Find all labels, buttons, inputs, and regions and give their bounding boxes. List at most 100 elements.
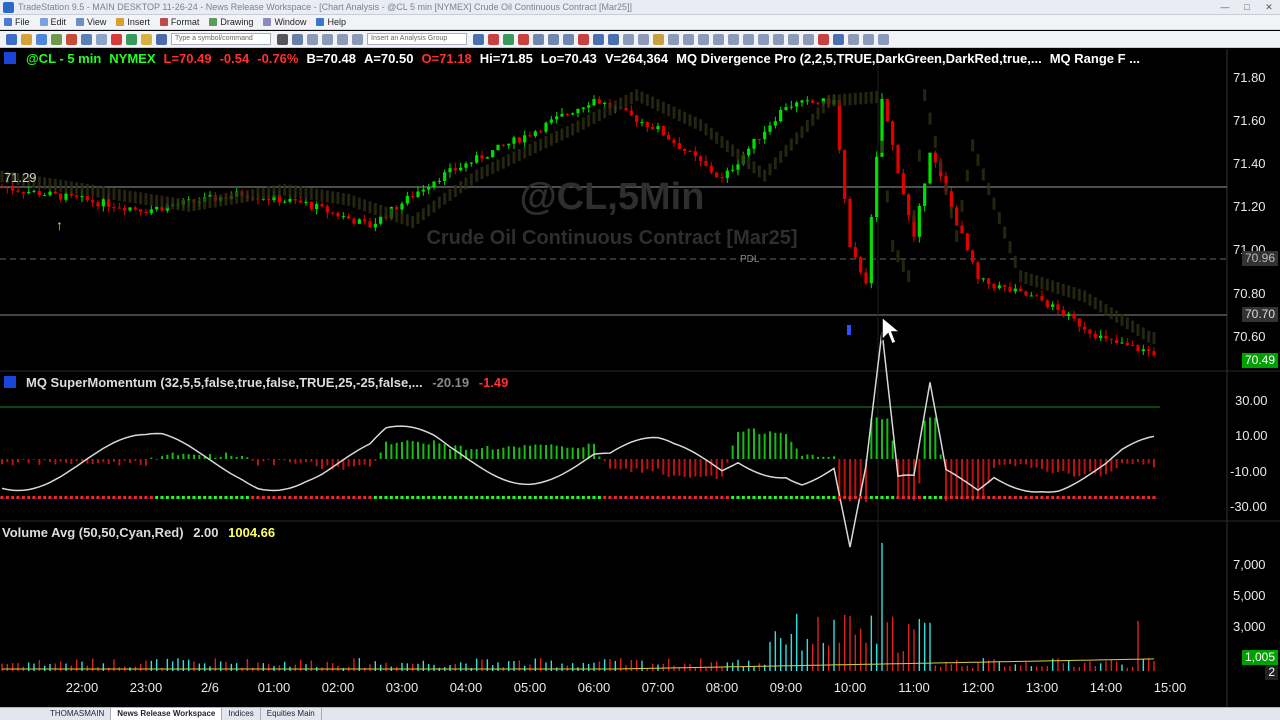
candle-body bbox=[901, 173, 905, 195]
candle-body bbox=[1051, 304, 1055, 307]
text-icon[interactable] bbox=[668, 33, 679, 45]
momentum-bar bbox=[411, 441, 414, 459]
chart-icon[interactable] bbox=[66, 33, 77, 45]
window-layout-icon[interactable] bbox=[863, 33, 874, 45]
volume-status-line[interactable]: Volume Avg (50,50,Cyan,Red) 2.00 1004.66 bbox=[2, 525, 275, 540]
fibonacci-icon[interactable] bbox=[728, 33, 739, 45]
trend-dot bbox=[283, 496, 287, 499]
probability-icon[interactable] bbox=[533, 33, 544, 45]
trend-dot bbox=[997, 496, 1001, 499]
arrow-icon[interactable] bbox=[833, 33, 844, 45]
showme-icon[interactable] bbox=[518, 33, 529, 45]
arrow-down-icon[interactable] bbox=[818, 33, 829, 45]
pointer-icon[interactable] bbox=[638, 33, 649, 45]
study-divergence-label[interactable]: MQ Divergence Pro (2,2,5,TRUE,DarkGreen,… bbox=[676, 51, 1042, 66]
bar-type-icon[interactable] bbox=[322, 33, 333, 45]
momentum-bar bbox=[369, 459, 371, 467]
new-icon[interactable] bbox=[6, 33, 17, 45]
momentum-tick: 10.00 bbox=[1235, 428, 1268, 443]
crosshair-icon[interactable] bbox=[623, 33, 634, 45]
layout-icon[interactable] bbox=[337, 33, 348, 45]
save-icon[interactable] bbox=[36, 33, 47, 45]
rectangle-icon[interactable] bbox=[773, 33, 784, 45]
trend-dot bbox=[528, 496, 532, 499]
momentum-tick: 30.00 bbox=[1235, 393, 1268, 408]
study-range-label[interactable]: MQ Range F ... bbox=[1050, 51, 1140, 66]
grid-layout-icon[interactable] bbox=[878, 33, 889, 45]
trend-dot bbox=[251, 496, 255, 499]
candle-body bbox=[795, 102, 799, 107]
trend-dot bbox=[187, 496, 191, 499]
link-icon[interactable] bbox=[292, 33, 303, 45]
cloud-segment bbox=[784, 144, 788, 157]
cloud-segment bbox=[320, 189, 324, 202]
momentum-bar bbox=[134, 459, 137, 462]
timeframe-icon[interactable] bbox=[563, 33, 574, 45]
symbol-command-input[interactable]: Type a symbol/command bbox=[171, 33, 271, 45]
menu-edit[interactable]: Edit bbox=[39, 17, 66, 27]
cloud-segment bbox=[432, 200, 436, 213]
tab-indices[interactable]: Indices bbox=[222, 708, 261, 720]
momentum-status-line[interactable]: MQ SuperMomentum (32,5,5,false,true,fals… bbox=[4, 375, 508, 390]
options-icon[interactable] bbox=[156, 33, 167, 45]
zoom-icon[interactable] bbox=[352, 33, 363, 45]
price-candles bbox=[0, 93, 1156, 357]
menu-view[interactable]: View bbox=[76, 17, 106, 27]
print-icon[interactable] bbox=[81, 33, 92, 45]
vertical-line-icon[interactable] bbox=[713, 33, 724, 45]
momentum-bar bbox=[33, 459, 35, 460]
workspace-icon[interactable] bbox=[51, 33, 62, 45]
maximize-icon[interactable]: □ bbox=[1236, 0, 1258, 14]
ellipse-icon[interactable] bbox=[788, 33, 799, 45]
trend-dot bbox=[848, 496, 852, 499]
volume-tick: 7,000 bbox=[1233, 557, 1266, 572]
magnify-icon[interactable] bbox=[608, 33, 619, 45]
activity-bar-icon[interactable] bbox=[548, 33, 559, 45]
tab-equities-main[interactable]: Equities Main bbox=[261, 708, 322, 720]
minimize-icon[interactable]: — bbox=[1214, 0, 1236, 14]
chart-analysis-window[interactable]: @CL,5Min Crude Oil Continuous Contract [… bbox=[0, 49, 1280, 707]
indicator-icon[interactable] bbox=[473, 33, 484, 45]
trend-dot bbox=[651, 496, 655, 499]
tab-thomasmain[interactable]: THOMASMAIN bbox=[44, 708, 112, 720]
analysis-group-input[interactable]: Insert an Analysis Group bbox=[367, 33, 467, 45]
trade-bar-icon[interactable] bbox=[578, 33, 589, 45]
matrix-icon[interactable] bbox=[111, 33, 122, 45]
momentum-bar bbox=[433, 440, 435, 459]
menu-drawing[interactable]: Drawing bbox=[209, 17, 253, 27]
alert-icon[interactable] bbox=[141, 33, 152, 45]
arrow-up-icon[interactable] bbox=[803, 33, 814, 45]
cloud-segment bbox=[69, 181, 73, 194]
momentum-bar bbox=[646, 459, 649, 470]
strategy-icon[interactable] bbox=[488, 33, 499, 45]
trendline-icon[interactable] bbox=[683, 33, 694, 45]
menu-insert[interactable]: Insert bbox=[116, 17, 150, 27]
momentum-bar bbox=[593, 443, 595, 459]
tab-news-release-workspace[interactable]: News Release Workspace bbox=[111, 708, 223, 720]
horizontal-line-icon[interactable] bbox=[698, 33, 709, 45]
radar-icon[interactable] bbox=[96, 33, 107, 45]
scanner-icon[interactable] bbox=[126, 33, 137, 45]
menu-format[interactable]: Format bbox=[159, 17, 199, 27]
cloud-segment bbox=[523, 146, 527, 159]
menu-window[interactable]: Window bbox=[263, 17, 306, 27]
open-icon[interactable] bbox=[21, 33, 32, 45]
trend-dot bbox=[544, 496, 548, 499]
trend-dot bbox=[859, 496, 863, 499]
trend-dot bbox=[779, 496, 783, 499]
bar-interval-icon[interactable] bbox=[307, 33, 318, 45]
gann-icon[interactable] bbox=[758, 33, 769, 45]
paintbar-icon[interactable] bbox=[503, 33, 514, 45]
menu-file[interactable]: File bbox=[4, 17, 30, 27]
delete-drawings-icon[interactable] bbox=[653, 33, 664, 45]
momentum-bar bbox=[502, 447, 505, 459]
drawing-tools-icon[interactable] bbox=[593, 33, 604, 45]
momentum-bar bbox=[1083, 459, 1086, 475]
circle-icon[interactable] bbox=[848, 33, 859, 45]
menu-help[interactable]: Help bbox=[316, 17, 346, 27]
play-icon[interactable] bbox=[277, 33, 288, 45]
channel-icon[interactable] bbox=[743, 33, 754, 45]
candle-body bbox=[1152, 351, 1156, 356]
cloud-segment bbox=[485, 164, 489, 177]
close-icon[interactable]: ✕ bbox=[1258, 0, 1280, 14]
